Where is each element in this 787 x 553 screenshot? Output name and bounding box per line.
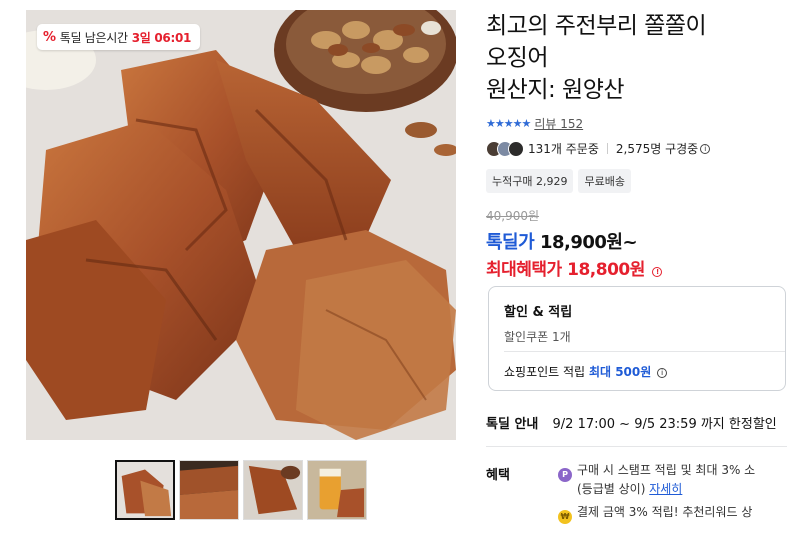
info-icon[interactable]: !: [652, 267, 663, 277]
product-title-line-2: 오징어: [486, 45, 548, 71]
avatar: [508, 140, 524, 157]
review-count-link[interactable]: 리뷰 152: [534, 115, 583, 132]
deal-info-label: 톡딜 안내: [486, 417, 539, 432]
points-max: 최대 500원: [588, 365, 652, 379]
max-benefit-value: 18,800원: [567, 260, 645, 280]
deal-price-row: 톡딜가 18,900원~: [486, 228, 638, 254]
coin-icon: ₩: [558, 510, 572, 524]
deal-info-period: 9/2 17:00 ~ 9/5 23:59 까지 한정할인: [552, 417, 777, 432]
original-price: 40,900원: [486, 209, 540, 223]
stamp-benefit-note: (등급별 상이): [577, 482, 646, 496]
benefits-label: 혜택: [486, 468, 510, 483]
thumbnail-2[interactable]: [179, 460, 239, 520]
deal-timer-label: 톡딜 남은시간: [59, 30, 128, 45]
order-count: 131개 주문중: [528, 142, 599, 156]
buyer-avatars: [486, 140, 524, 157]
thumbnail-4[interactable]: [307, 460, 367, 520]
discount-points-box[interactable]: 할인 & 적립 할인쿠폰 1개 쇼핑포인트 적립 최대 500원 i: [488, 286, 786, 391]
reward-benefit-line: ₩ 결제 금액 3% 적립! 추천리워드 상: [558, 504, 752, 524]
main-product-image: % 톡딜 남은시간 3일 06:01: [26, 10, 456, 440]
product-info-panel: 최고의 주전부리 쫄쫄이 오징어 원산지: 원양산 ★★★★★ 리뷰 152 1…: [486, 0, 787, 553]
thumbnail-3[interactable]: [243, 460, 303, 520]
deal-timer-value: 3일 06:01: [131, 30, 192, 45]
product-title: 최고의 주전부리 쫄쫄이 오징어 원산지: 원양산: [486, 10, 786, 106]
points-label: 쇼핑포인트 적립: [504, 365, 586, 379]
reward-benefit-text: 결제 금액 3% 적립! 추천리워드 상: [577, 505, 753, 519]
product-title-line-3: 원산지: 원양산: [486, 77, 625, 103]
product-title-line-1: 최고의 주전부리 쫄쫄이: [486, 13, 707, 39]
thumbnail-1[interactable]: [115, 460, 175, 520]
info-icon[interactable]: i: [657, 368, 668, 378]
viewer-count: 2,575명 구경중: [615, 142, 699, 156]
divider: [486, 446, 787, 447]
info-icon[interactable]: i: [700, 143, 711, 154]
discount-box-heading: 할인 & 적립: [504, 305, 573, 320]
tag-cumulative-purchase: 누적구매 2,929: [486, 169, 574, 193]
divider: [504, 351, 785, 352]
rating-row: ★★★★★ 리뷰 152: [486, 115, 583, 132]
points-row: 쇼핑포인트 적립 최대 500원 i: [504, 363, 668, 380]
dried-squid-photo: [26, 10, 456, 440]
max-benefit-price-row: 최대혜택가 18,800원 !: [486, 255, 663, 280]
tag-free-shipping: 무료배송: [578, 169, 631, 193]
point-icon: P: [558, 468, 572, 482]
deal-price-value: 18,900원~: [539, 232, 638, 253]
buyers-row: 131개 주문중 2,575명 구경중 i: [486, 140, 711, 157]
deal-price-label: 톡딜가: [486, 232, 535, 253]
coupon-count: 할인쿠폰 1개: [504, 330, 571, 344]
deal-timer-badge: % 톡딜 남은시간 3일 06:01: [37, 24, 201, 50]
divider: [606, 143, 608, 154]
stamp-benefit-detail: (등급별 상이) 자세히: [577, 481, 682, 498]
product-tags: 누적구매 2,929 무료배송: [486, 169, 631, 193]
max-benefit-label: 최대혜택가: [486, 260, 562, 280]
stamp-benefit-text: 구매 시 스탬프 적립 및 최대 3% 소: [577, 463, 756, 477]
star-rating-icon: ★★★★★: [486, 117, 531, 130]
thumbnail-strip: [115, 460, 367, 520]
details-link[interactable]: 자세히: [649, 482, 682, 496]
deal-info-row: 톡딜 안내 9/2 17:00 ~ 9/5 23:59 까지 한정할인: [486, 413, 777, 432]
stamp-benefit-line: P 구매 시 스탬프 적립 및 최대 3% 소: [558, 462, 755, 482]
percent-icon: %: [43, 29, 56, 45]
